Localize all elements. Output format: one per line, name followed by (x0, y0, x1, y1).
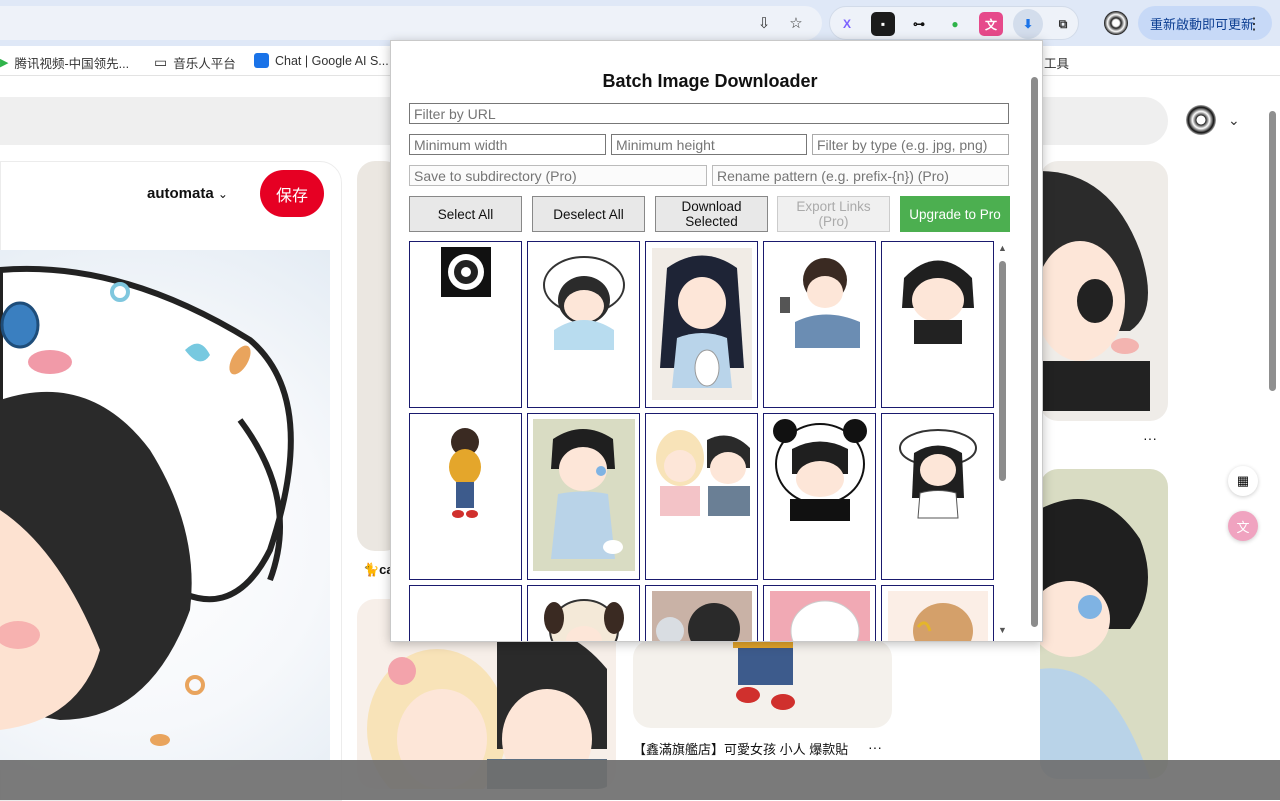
image-thumbnail[interactable] (409, 413, 522, 580)
bookmark-tools[interactable]: 工具 (1044, 53, 1069, 72)
extension-batch-downloader-icon[interactable]: ⬇ (1013, 9, 1043, 39)
filter-url-input[interactable] (409, 103, 1009, 124)
board-selector[interactable]: automata ⌄ (147, 185, 228, 202)
bookmark-label: 音乐人平台 (173, 57, 236, 71)
pin-thumbnail[interactable] (1040, 161, 1168, 421)
page-scrollbar-thumb[interactable] (1269, 111, 1276, 391)
restart-to-update-button[interactable]: 重新啟動即可更新 ⋮ (1138, 6, 1272, 40)
page-scrollbar[interactable] (1266, 97, 1280, 800)
scroll-down-icon[interactable]: ▼ (998, 625, 1007, 635)
filter-type-input[interactable] (812, 134, 1009, 155)
address-bar[interactable] (0, 6, 822, 40)
extension-x-icon[interactable]: X (835, 12, 859, 36)
image-grid (409, 241, 999, 641)
bookmark-label: 工具 (1044, 57, 1070, 71)
translate-icon[interactable]: 文 (1228, 511, 1258, 541)
qr-code-icon[interactable]: ▦ (1228, 466, 1258, 496)
bookmark-tencent-video[interactable]: ▶ 腾讯视频-中国领先... (0, 53, 129, 72)
pin-thumbnail[interactable] (633, 640, 892, 728)
pin-closeup-image[interactable] (0, 250, 330, 770)
bookmark-label: 腾讯视频-中国领先... (14, 57, 130, 71)
more-pins-row (0, 760, 1280, 800)
puppy-hood-kid-thumbnail-image (544, 599, 624, 641)
deselect-all-button[interactable]: Deselect All (532, 196, 645, 232)
avatar-thumbnail-image (441, 247, 491, 297)
rename-pattern-input (712, 165, 1009, 186)
image-thumbnail[interactable] (763, 585, 876, 641)
extension-game-icon[interactable]: ▪ (871, 12, 895, 36)
popup-title: Batch Image Downloader (602, 71, 818, 91)
image-thumbnail[interactable] (409, 241, 522, 408)
profile-avatar[interactable] (1104, 11, 1128, 35)
bookmark-label: Chat | Google AI S... (275, 53, 389, 68)
save-button[interactable]: 保存 (260, 170, 324, 217)
install-app-icon[interactable]: ⇩ (752, 11, 776, 35)
more-options-icon[interactable]: ··· (868, 739, 882, 755)
folder-icon: ▭ (154, 54, 168, 70)
min-width-input[interactable] (409, 134, 606, 155)
chevron-down-icon[interactable]: ⌄ (1228, 112, 1240, 129)
download-selected-button[interactable]: Download Selected (655, 196, 768, 232)
board-name: automata (147, 185, 214, 202)
bookmark-music-platform[interactable]: ▭ 音乐人平台 (154, 53, 236, 72)
popup-scrollbar[interactable] (1030, 59, 1040, 629)
girl-blue-dress-illustration (1040, 499, 1150, 779)
image-thumbnail[interactable] (527, 585, 640, 641)
image-thumbnail[interactable] (645, 413, 758, 580)
girl-phone-thumbnail-image (780, 258, 860, 348)
more-options-icon[interactable]: ··· (1143, 430, 1157, 446)
kid-jeans-illustration (733, 640, 795, 710)
cinnamoroll-girl-illustration (0, 265, 294, 746)
grid-scrollbar-thumb[interactable] (999, 261, 1006, 481)
cinnamoroll-girl-thumbnail-image (543, 256, 625, 350)
pin-thumbnail[interactable] (1040, 469, 1168, 779)
popup-scrollbar-thumb[interactable] (1031, 77, 1038, 627)
image-thumbnail[interactable] (881, 585, 994, 641)
image-thumbnail[interactable] (527, 413, 640, 580)
upgrade-to-pro-button[interactable]: Upgrade to Pro (900, 196, 1010, 232)
image-thumbnail[interactable] (881, 241, 994, 408)
chevron-down-icon: ⌄ (217, 187, 228, 201)
image-thumbnail[interactable] (527, 241, 640, 408)
grid-scrollbar[interactable]: ▲ ▼ (996, 241, 1010, 639)
image-thumbnail[interactable] (881, 413, 994, 580)
image-thumbnail[interactable] (409, 585, 522, 641)
google-ai-icon (254, 53, 269, 68)
menu-dots-icon[interactable]: ⋮ (1246, 14, 1262, 34)
bookmark-star-icon[interactable]: ☆ (784, 11, 808, 35)
image-thumbnail[interactable] (763, 241, 876, 408)
girl-with-cat-thumbnail-image (652, 248, 752, 400)
extension-translate-icon[interactable]: 文 (979, 12, 1003, 36)
kid-with-fan-thumbnail-image (652, 591, 752, 641)
pin-caption[interactable]: 【鑫滿旗艦店】可愛女孩 小人 爆款貼 (633, 739, 848, 758)
bookmark-google-ai[interactable]: Chat | Google AI S... (254, 53, 389, 68)
image-thumbnail[interactable] (645, 585, 758, 641)
moon-girl-thumbnail-image (888, 591, 988, 641)
girl-blue-dress-thumbnail-image (533, 419, 635, 571)
chibi-boy-illustration (1040, 171, 1150, 411)
user-avatar[interactable] (1186, 105, 1216, 135)
image-thumbnail[interactable] (763, 413, 876, 580)
play-icon: ▶ (0, 57, 9, 69)
panda-hood-kid-thumbnail-image (773, 419, 867, 521)
subdirectory-input (409, 165, 707, 186)
restart-label: 重新啟動即可更新 (1150, 16, 1255, 32)
walking-kid-thumbnail-image (449, 428, 481, 518)
scroll-up-icon[interactable]: ▲ (998, 243, 1007, 253)
white-hair-boy-thumbnail-image (770, 591, 870, 641)
bunny-hood-girl-thumbnail-image (899, 429, 977, 519)
batch-image-downloader-popup: Batch Image Downloader Select All Desele… (390, 40, 1043, 642)
extension-key-icon[interactable]: ⊶ (907, 12, 931, 36)
chibi-boy-thumbnail-image (902, 260, 974, 344)
image-thumbnail[interactable] (645, 241, 758, 408)
extension-evernote-icon[interactable]: ● (943, 12, 967, 36)
extensions-puzzle-icon[interactable]: ⧉ (1051, 12, 1075, 36)
min-height-input[interactable] (611, 134, 807, 155)
couple-chibi-thumbnail-image (656, 430, 750, 516)
export-links-button: Export Links (Pro) (777, 196, 890, 232)
select-all-button[interactable]: Select All (409, 196, 522, 232)
extensions-tray: X ▪ ⊶ ● 文 ⬇ ⧉ (829, 6, 1079, 40)
